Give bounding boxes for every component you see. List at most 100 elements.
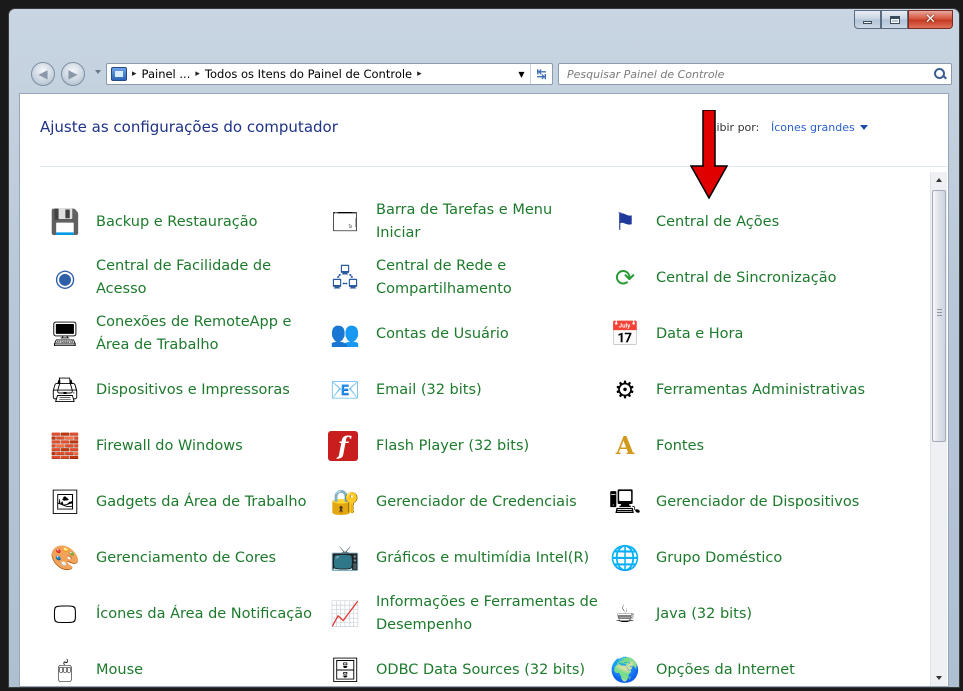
intel-graphics-icon: 📺 xyxy=(330,544,360,572)
item-label[interactable]: Grupo Doméstico xyxy=(656,547,782,570)
search-box[interactable] xyxy=(558,63,952,85)
address-bar[interactable]: ▸ Painel ... ▸ Todos os Itens do Painel … xyxy=(106,63,553,85)
breadcrumb-separator[interactable]: ▸ xyxy=(132,69,137,79)
item-label[interactable]: Central de Sincronização xyxy=(656,267,837,290)
item-homegroup[interactable]: 🌐 Grupo Doméstico xyxy=(608,530,908,586)
odbc-icon: 🗄 xyxy=(329,656,361,684)
item-label[interactable]: Gerenciador de Dispositivos xyxy=(656,491,859,514)
chevron-down-icon: ▼ xyxy=(518,69,525,79)
control-panel-content: Ajuste as configurações do computador Ex… xyxy=(19,93,949,687)
item-color-management[interactable]: 🎨 Gerenciamento de Cores xyxy=(48,530,318,586)
view-by-value[interactable]: Ícones grandes xyxy=(771,121,855,134)
item-odbc[interactable]: 🗄 ODBC Data Sources (32 bits) xyxy=(328,642,598,686)
item-label[interactable]: Informações e Ferramentas de Desempenho xyxy=(376,591,598,637)
item-remoteapp[interactable]: 🖥 Conexões de RemoteApp e Área de Trabalh… xyxy=(48,306,318,362)
item-label[interactable]: Dispositivos e Impressoras xyxy=(96,379,290,402)
item-label[interactable]: Data e Hora xyxy=(656,323,743,346)
item-notification-icons[interactable]: 🖵 Ícones da Área de Notificação xyxy=(48,586,318,642)
search-input[interactable] xyxy=(565,65,929,83)
backup-icon: 💾 xyxy=(50,208,80,236)
item-label[interactable]: Central de Facilidade de Acesso xyxy=(96,255,318,301)
maximize-button[interactable] xyxy=(881,10,908,29)
scroll-up-button[interactable] xyxy=(931,172,947,188)
item-label[interactable]: Gerenciador de Credenciais xyxy=(376,491,577,514)
item-flash-player[interactable]: f Flash Player (32 bits) xyxy=(328,418,598,474)
chevron-down-icon xyxy=(859,125,868,130)
scroll-down-button[interactable] xyxy=(931,670,947,686)
grip-icon xyxy=(937,309,942,316)
item-backup[interactable]: 💾 Backup e Restauração xyxy=(48,194,318,250)
item-label[interactable]: Email (32 bits) xyxy=(376,379,482,402)
back-button[interactable]: ◀ xyxy=(31,62,55,86)
item-admin-tools[interactable]: ⚙ Ferramentas Administrativas xyxy=(608,362,908,418)
header-divider xyxy=(40,166,948,167)
item-ease-of-access[interactable]: ◉ Central de Facilidade de Acesso xyxy=(48,250,318,306)
item-fonts[interactable]: A Fontes xyxy=(608,418,908,474)
forward-arrow-icon: ▶ xyxy=(68,67,78,81)
scroll-thumb[interactable] xyxy=(932,190,946,442)
item-email[interactable]: 📧 Email (32 bits) xyxy=(328,362,598,418)
fonts-icon: A xyxy=(615,431,635,460)
item-label[interactable]: Fontes xyxy=(656,435,704,458)
item-java[interactable]: ☕ Java (32 bits) xyxy=(608,586,908,642)
search-icon[interactable] xyxy=(929,64,951,84)
window-controls: ✕ xyxy=(854,10,953,29)
item-device-manager[interactable]: 🖳 Gerenciador de Dispositivos xyxy=(608,474,908,530)
item-mouse[interactable]: 🖱 Mouse xyxy=(48,642,318,686)
item-label[interactable]: Mouse xyxy=(96,659,143,682)
item-devices-printers[interactable]: 🖨 Dispositivos e Impressoras xyxy=(48,362,318,418)
item-performance[interactable]: 📈 Informações e Ferramentas de Desempenho xyxy=(328,586,598,642)
color-management-icon: 🎨 xyxy=(50,544,80,572)
item-label[interactable]: Firewall do Windows xyxy=(96,435,243,458)
item-label[interactable]: Barra de Tarefas e Menu Iniciar xyxy=(376,199,598,245)
item-credential-manager[interactable]: 🔐 Gerenciador de Credenciais xyxy=(328,474,598,530)
item-label[interactable]: Central de Ações xyxy=(656,211,779,234)
admin-tools-icon: ⚙ xyxy=(614,376,636,404)
item-firewall[interactable]: 🧱 Firewall do Windows xyxy=(48,418,318,474)
forward-button[interactable]: ▶ xyxy=(61,62,85,86)
close-button[interactable]: ✕ xyxy=(908,10,953,29)
item-label[interactable]: Backup e Restauração xyxy=(96,211,258,234)
item-label[interactable]: Ferramentas Administrativas xyxy=(656,379,865,402)
item-label[interactable]: Opções da Internet xyxy=(656,659,795,682)
homegroup-icon: 🌐 xyxy=(610,544,640,572)
page-title: Ajuste as configurações do computador xyxy=(40,118,338,136)
recent-pages-dropdown[interactable] xyxy=(95,70,101,74)
mouse-icon: 🖱 xyxy=(57,656,73,684)
date-time-icon: 📅 xyxy=(610,320,640,348)
item-label[interactable]: Gráficos e multimídia Intel(R) xyxy=(376,547,589,570)
ease-of-access-icon: ◉ xyxy=(54,264,76,292)
item-label[interactable]: Gerenciamento de Cores xyxy=(96,547,276,570)
back-arrow-icon: ◀ xyxy=(38,67,48,81)
item-intel-graphics[interactable]: 📺 Gráficos e multimídia Intel(R) xyxy=(328,530,598,586)
item-gadgets[interactable]: 🖼 Gadgets da Área de Trabalho xyxy=(48,474,318,530)
control-panel-icon xyxy=(111,67,127,81)
item-label[interactable]: Conexões de RemoteApp e Área de Trabalho xyxy=(96,311,318,357)
item-sync-center[interactable]: ⟳ Central de Sincronização xyxy=(608,250,908,306)
item-date-time[interactable]: 📅 Data e Hora xyxy=(608,306,908,362)
breadcrumb-separator[interactable]: ▸ xyxy=(417,69,422,79)
item-label[interactable]: Gadgets da Área de Trabalho xyxy=(96,491,306,514)
item-label[interactable]: Java (32 bits) xyxy=(656,603,752,626)
item-taskbar[interactable]: 🗔 Barra de Tarefas e Menu Iniciar xyxy=(328,194,598,250)
minimize-icon xyxy=(863,21,872,24)
item-label[interactable]: Flash Player (32 bits) xyxy=(376,435,529,458)
item-network[interactable]: 🖧 Central de Rede e Compartilhamento xyxy=(328,250,598,306)
breadcrumb-all-items[interactable]: Todos os Itens do Painel de Controle xyxy=(205,67,412,81)
item-label[interactable]: Ícones da Área de Notificação xyxy=(96,603,312,626)
view-by-dropdown[interactable]: Ícones grandes xyxy=(771,121,868,134)
refresh-button[interactable]: ↹ xyxy=(530,64,552,84)
item-label[interactable]: Contas de Usuário xyxy=(376,323,509,346)
item-label[interactable]: ODBC Data Sources (32 bits) xyxy=(376,659,585,682)
item-action-center[interactable]: ⚑ Central de Ações xyxy=(608,194,908,250)
item-internet-options[interactable]: 🌍 Opções da Internet xyxy=(608,642,908,686)
device-manager-icon: 🖳 xyxy=(608,488,642,516)
vertical-scrollbar[interactable] xyxy=(930,172,947,686)
item-user-accounts[interactable]: 👥 Contas de Usuário xyxy=(328,306,598,362)
minimize-button[interactable] xyxy=(854,10,881,29)
breadcrumb-painel[interactable]: Painel ... xyxy=(142,67,191,81)
address-dropdown-button[interactable]: ▼ xyxy=(512,64,530,84)
item-label[interactable]: Central de Rede e Compartilhamento xyxy=(376,255,598,301)
breadcrumb-separator[interactable]: ▸ xyxy=(195,69,200,79)
maximize-icon xyxy=(889,15,900,24)
